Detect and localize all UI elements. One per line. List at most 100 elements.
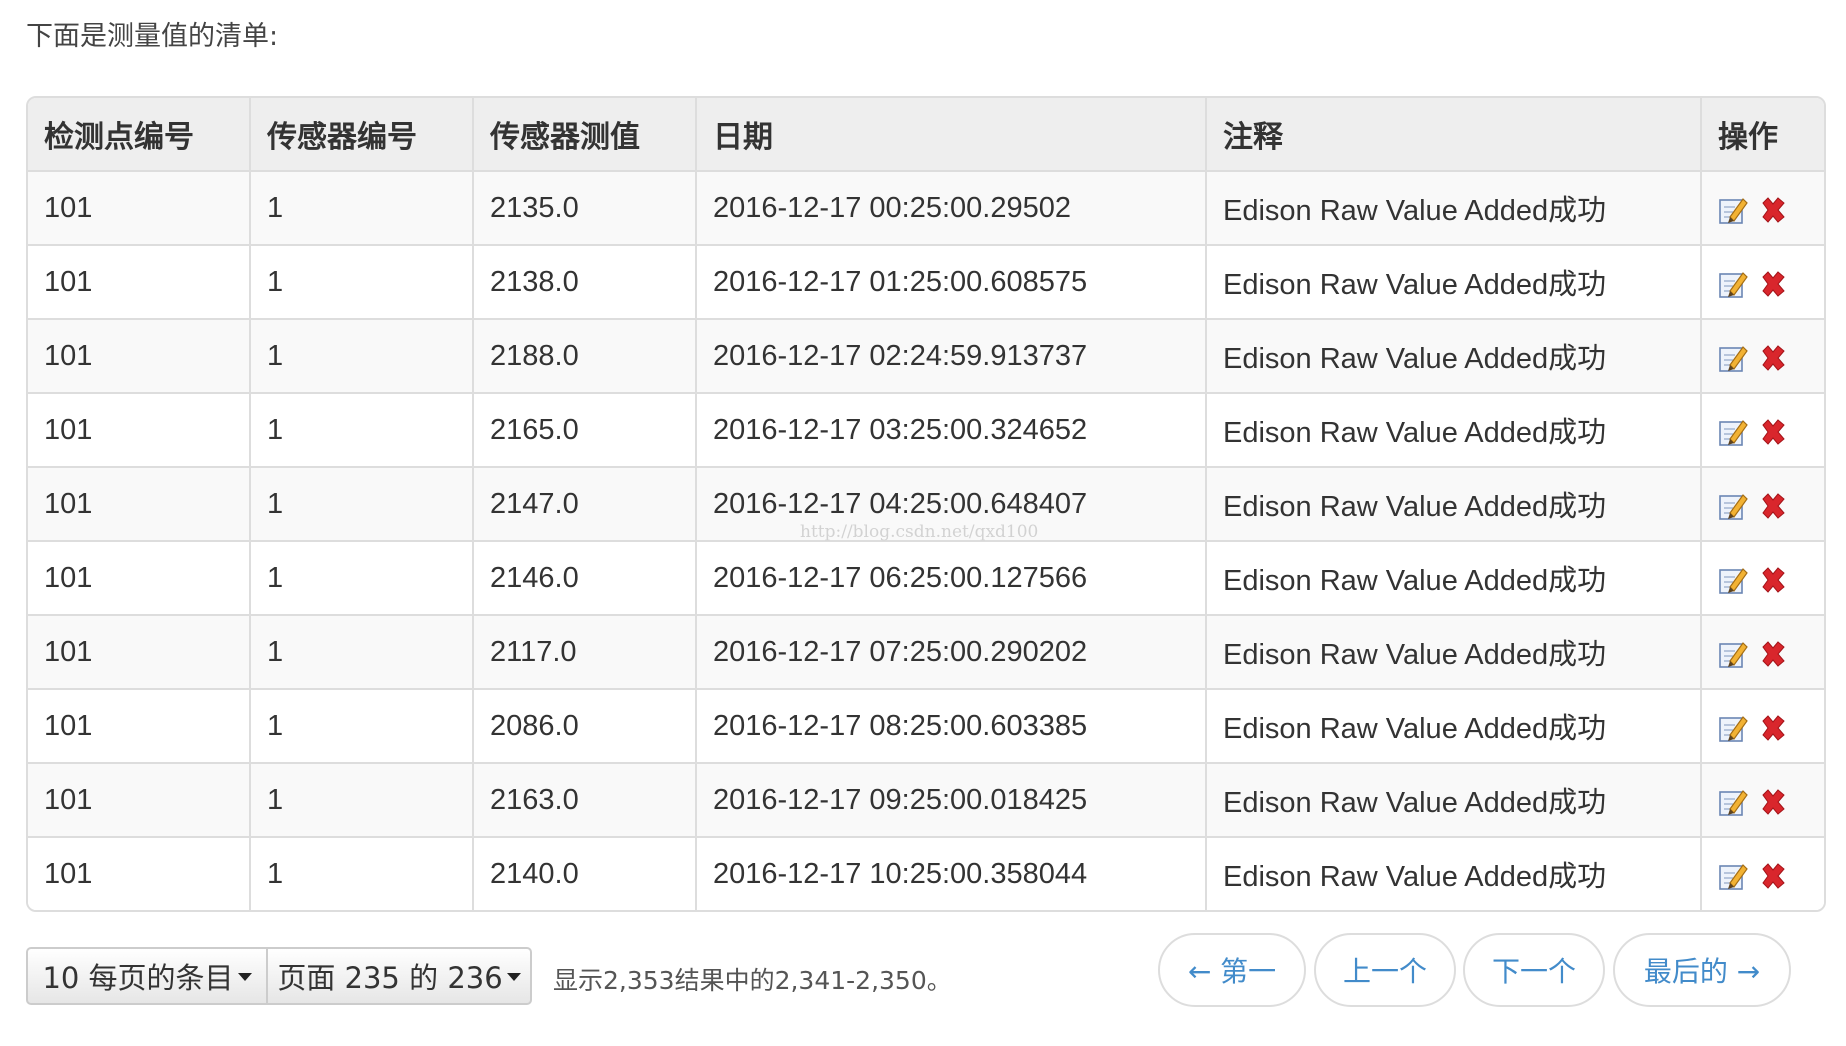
pager-first-button[interactable]: ← 第一 <box>1158 933 1306 1007</box>
cell-point-id: 101 <box>28 762 250 837</box>
cell-point-id: 101 <box>28 836 250 910</box>
cell-note: Edison Raw Value Added成功 <box>1205 540 1701 615</box>
delete-icon[interactable] <box>1758 265 1788 299</box>
cell-sensor-value: 2138.0 <box>472 244 696 319</box>
cell-note: Edison Raw Value Added成功 <box>1205 392 1701 467</box>
pager-last-button[interactable]: 最后的 → <box>1613 933 1791 1007</box>
cell-point-id: 101 <box>28 318 250 393</box>
edit-icon[interactable] <box>1718 635 1748 669</box>
cell-date: 2016-12-17 10:25:00.358044 <box>695 836 1206 910</box>
column-header-date: 日期 <box>695 98 1206 171</box>
edit-icon[interactable] <box>1718 413 1748 447</box>
cell-note: Edison Raw Value Added成功 <box>1205 836 1701 910</box>
delete-icon[interactable] <box>1758 487 1788 521</box>
row-actions <box>1718 413 1808 447</box>
cell-sensor-value: 2165.0 <box>472 392 696 467</box>
cell-sensor-value: 2188.0 <box>472 318 696 393</box>
cell-sensor-id: 1 <box>249 688 473 763</box>
row-actions <box>1718 487 1808 521</box>
cell-date: 2016-12-17 01:25:00.608575 <box>695 244 1206 319</box>
delete-icon[interactable] <box>1758 191 1788 225</box>
items-per-page-dropdown[interactable]: 10 每页的条目 <box>26 947 268 1005</box>
caret-down-icon <box>506 973 521 981</box>
row-actions <box>1718 709 1808 743</box>
cell-point-id: 101 <box>28 540 250 615</box>
cell-actions <box>1700 466 1824 541</box>
edit-icon[interactable] <box>1718 857 1748 891</box>
table-body: 101 1 2135.0 2016-12-17 00:25:00.29502 Ediso… <box>28 170 1824 910</box>
table-row: 101 1 2086.0 2016-12-17 08:25:00.603385 Edis… <box>28 688 1824 763</box>
table-row: 101 1 2135.0 2016-12-17 00:25:00.29502 Ediso… <box>28 170 1824 245</box>
page-select-label: 页面 235 的 236 <box>277 961 503 995</box>
cell-actions <box>1700 318 1824 393</box>
edit-icon[interactable] <box>1718 783 1748 817</box>
measurements-table: 检测点编号 传感器编号 传感器测值 日期 注释 操作 101 1 2135.0 201… <box>28 98 1824 910</box>
edit-icon[interactable] <box>1718 191 1748 225</box>
table-row: 101 1 2138.0 2016-12-17 01:25:00.608575 Edis… <box>28 244 1824 319</box>
table-row: 101 1 2147.0 2016-12-17 04:25:00.648407 Edis… <box>28 466 1824 541</box>
delete-icon[interactable] <box>1758 561 1788 595</box>
row-actions <box>1718 561 1808 595</box>
pager-previous-button[interactable]: 上一个 <box>1314 933 1456 1007</box>
edit-icon[interactable] <box>1718 265 1748 299</box>
cell-sensor-value: 2146.0 <box>472 540 696 615</box>
row-actions <box>1718 191 1808 225</box>
edit-icon[interactable] <box>1718 487 1748 521</box>
delete-icon[interactable] <box>1758 635 1788 669</box>
cell-actions <box>1700 540 1824 615</box>
cell-actions <box>1700 392 1824 467</box>
caret-down-icon <box>237 973 252 981</box>
cell-note: Edison Raw Value Added成功 <box>1205 762 1701 837</box>
page-select-dropdown[interactable]: 页面 235 的 236 <box>268 947 532 1005</box>
cell-date: 2016-12-17 02:24:59.913737 <box>695 318 1206 393</box>
delete-icon[interactable] <box>1758 857 1788 891</box>
table-header-row: 检测点编号 传感器编号 传感器测值 日期 注释 操作 <box>28 98 1824 171</box>
cell-sensor-value: 2086.0 <box>472 688 696 763</box>
delete-icon[interactable] <box>1758 339 1788 373</box>
cell-date: 2016-12-17 03:25:00.324652 <box>695 392 1206 467</box>
cell-actions <box>1700 688 1824 763</box>
cell-actions <box>1700 762 1824 837</box>
cell-sensor-value: 2117.0 <box>472 614 696 689</box>
delete-icon[interactable] <box>1758 783 1788 817</box>
cell-point-id: 101 <box>28 614 250 689</box>
cell-actions <box>1700 170 1824 245</box>
cell-date: 2016-12-17 09:25:00.018425 <box>695 762 1206 837</box>
column-header-point-id: 检测点编号 <box>28 98 250 171</box>
cell-note: Edison Raw Value Added成功 <box>1205 466 1701 541</box>
cell-point-id: 101 <box>28 244 250 319</box>
cell-sensor-id: 1 <box>249 614 473 689</box>
cell-sensor-id: 1 <box>249 318 473 393</box>
column-header-sensor-value: 传感器测值 <box>472 98 696 171</box>
cell-actions <box>1700 614 1824 689</box>
page-intro-text: 下面是测量值的清单: <box>26 21 279 52</box>
cell-point-id: 101 <box>28 170 250 245</box>
cell-date: 2016-12-17 08:25:00.603385 <box>695 688 1206 763</box>
cell-sensor-id: 1 <box>249 392 473 467</box>
edit-icon[interactable] <box>1718 339 1748 373</box>
cell-sensor-value: 2147.0 <box>472 466 696 541</box>
cell-sensor-id: 1 <box>249 836 473 910</box>
cell-actions <box>1700 836 1824 910</box>
cell-date: 2016-12-17 07:25:00.290202 <box>695 614 1206 689</box>
table-row: 101 1 2140.0 2016-12-17 10:25:00.358044 Edis… <box>28 836 1824 910</box>
table-row: 101 1 2165.0 2016-12-17 03:25:00.324652 Edis… <box>28 392 1824 467</box>
edit-icon[interactable] <box>1718 709 1748 743</box>
cell-sensor-id: 1 <box>249 466 473 541</box>
delete-icon[interactable] <box>1758 413 1788 447</box>
cell-note: Edison Raw Value Added成功 <box>1205 614 1701 689</box>
column-header-note: 注释 <box>1205 98 1701 171</box>
row-actions <box>1718 783 1808 817</box>
cell-sensor-value: 2135.0 <box>472 170 696 245</box>
row-actions <box>1718 265 1808 299</box>
cell-sensor-value: 2163.0 <box>472 762 696 837</box>
results-summary: 显示2,353结果中的2,341-2,350。 <box>553 966 952 995</box>
pager-next-button[interactable]: 下一个 <box>1463 933 1605 1007</box>
measurements-table-container: 检测点编号 传感器编号 传感器测值 日期 注释 操作 101 1 2135.0 201… <box>26 96 1826 912</box>
cell-sensor-id: 1 <box>249 244 473 319</box>
edit-icon[interactable] <box>1718 561 1748 595</box>
cell-date: 2016-12-17 04:25:00.648407 <box>695 466 1206 541</box>
cell-actions <box>1700 244 1824 319</box>
delete-icon[interactable] <box>1758 709 1788 743</box>
cell-date: 2016-12-17 00:25:00.29502 <box>695 170 1206 245</box>
